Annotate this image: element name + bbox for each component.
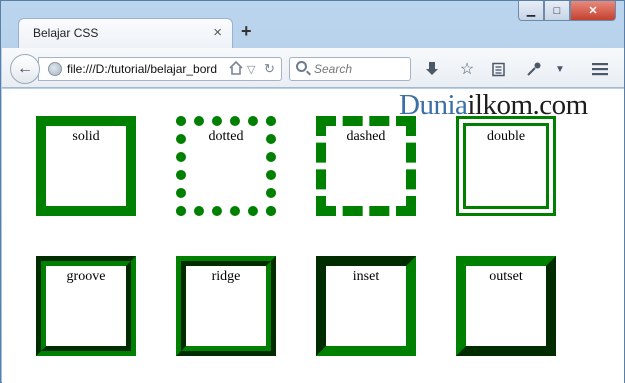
border-box-double: double bbox=[456, 116, 556, 216]
page-content: Duniailkom.com solid dotted dashed doubl… bbox=[2, 89, 624, 383]
border-box-groove: groove bbox=[36, 256, 136, 356]
search-icon bbox=[296, 61, 307, 72]
box-label: dashed bbox=[346, 129, 386, 144]
box-label: solid bbox=[72, 129, 100, 144]
box-label: groove bbox=[66, 269, 106, 284]
eyedropper-icon[interactable] bbox=[522, 57, 546, 81]
url-text[interactable]: file:///D:/tutorial/belajar_bord bbox=[67, 62, 227, 76]
reload-icon[interactable]: ↻ bbox=[264, 61, 275, 77]
browser-window: ▁ □ ✕ Belajar CSS × + file:///D:/tutoria… bbox=[0, 0, 625, 383]
home-icon[interactable] bbox=[229, 60, 243, 78]
new-tab-button[interactable]: + bbox=[241, 21, 252, 42]
border-box-inset: inset bbox=[316, 256, 416, 356]
border-box-ridge: ridge bbox=[176, 256, 276, 356]
dropdown-icon[interactable]: ▽ bbox=[247, 63, 255, 76]
back-arrow-icon: ← bbox=[17, 60, 33, 77]
border-box-outset: outset bbox=[456, 256, 556, 356]
browser-tab[interactable]: Belajar CSS × bbox=[18, 18, 233, 48]
border-box-dashed: dashed bbox=[316, 116, 416, 216]
minimize-button[interactable]: ▁ bbox=[518, 1, 544, 21]
close-window-button[interactable]: ✕ bbox=[570, 1, 616, 21]
menu-icon[interactable] bbox=[588, 57, 612, 81]
box-label: dotted bbox=[208, 129, 244, 144]
globe-icon bbox=[48, 62, 62, 76]
box-label: outset bbox=[489, 269, 523, 284]
tab-title: Belajar CSS bbox=[33, 26, 99, 40]
navigation-toolbar: file:///D:/tutorial/belajar_bord ▽ ↻ ← ☆… bbox=[2, 48, 624, 88]
box-label: ridge bbox=[211, 269, 241, 284]
chevron-down-icon[interactable]: ▼ bbox=[548, 57, 572, 81]
maximize-button[interactable]: □ bbox=[544, 1, 570, 21]
border-box-solid: solid bbox=[36, 116, 136, 216]
box-label: double bbox=[486, 129, 526, 144]
download-icon[interactable] bbox=[420, 57, 444, 81]
reading-list-icon[interactable] bbox=[486, 57, 510, 81]
tab-close-icon[interactable]: × bbox=[213, 24, 222, 41]
bookmark-star-icon[interactable]: ☆ bbox=[455, 57, 479, 81]
border-box-dotted: dotted bbox=[176, 116, 276, 216]
search-input[interactable] bbox=[314, 61, 406, 77]
url-bar[interactable]: file:///D:/tutorial/belajar_bord ▽ ↻ bbox=[38, 57, 282, 81]
back-button[interactable]: ← bbox=[10, 54, 40, 84]
search-box[interactable] bbox=[289, 57, 411, 81]
box-label: inset bbox=[352, 269, 380, 284]
